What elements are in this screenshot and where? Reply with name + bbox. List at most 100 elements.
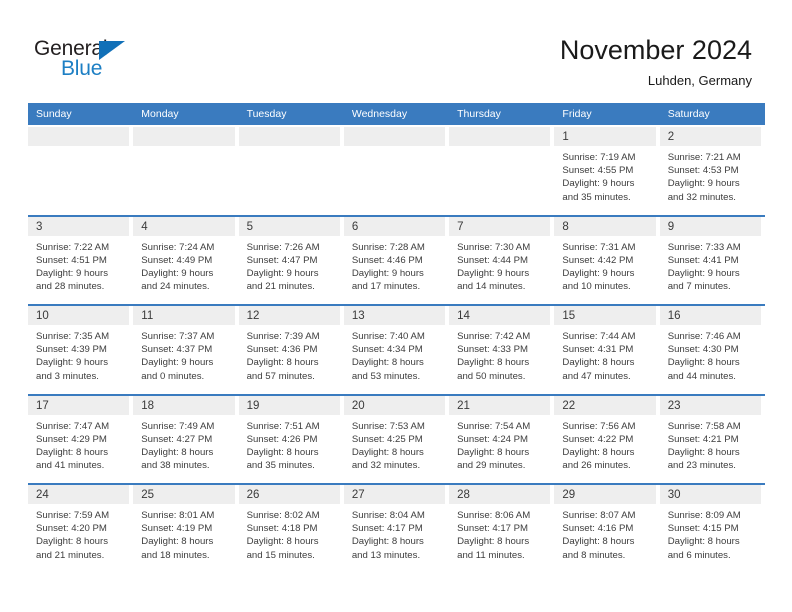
calendar-day-cell[interactable]: 2 Sunrise: 7:21 AM Sunset: 4:53 PM Daylight…	[659, 127, 765, 215]
calendar-day-cell[interactable]: 18 Sunrise: 7:49 AM Sunset: 4:27 PM Dayligh…	[133, 395, 239, 483]
calendar-day-cell[interactable]: 20 Sunrise: 7:53 AM Sunset: 4:25 PM Dayligh…	[343, 395, 450, 483]
sunrise-text: Sunrise: 7:31 AM	[562, 241, 636, 253]
calendar-day-cell[interactable]: 8 Sunrise: 7:31 AM Sunset: 4:42 PM Daylight…	[554, 216, 660, 304]
sunrise-text: Sunrise: 7:44 AM	[562, 331, 636, 342]
sunset-text: Sunset: 4:20 PM	[36, 523, 107, 535]
calendar-day-cell[interactable]: 21 Sunrise: 7:54 AM Sunset: 4:24 PM Dayligh…	[449, 395, 555, 483]
sunset-text: Sunset: 4:37 PM	[141, 344, 213, 356]
calendar-day-cell[interactable]: 6 Sunrise: 7:28 AM Sunset: 4:46 PM Daylight…	[343, 216, 450, 304]
calendar-day-cell[interactable]: 12 Sunrise: 7:39 AM Sunset: 4:36 PM Dayligh…	[238, 306, 344, 394]
daylight-text-line2: and 28 minutes.	[36, 281, 105, 293]
daylight-text-line1: Daylight: 8 hours	[562, 446, 635, 458]
calendar-day-cell[interactable]: 14 Sunrise: 7:42 AM Sunset: 4:33 PM Dayligh…	[449, 306, 555, 394]
date-band: 2	[659, 127, 761, 146]
sunset-text: Sunset: 4:21 PM	[667, 433, 739, 445]
day-sun-info: Sunrise: 7:33 AM Sunset: 4:41 PM Daylight:…	[660, 236, 761, 294]
day-number: 21	[457, 399, 470, 412]
calendar-day-cell-empty	[238, 127, 344, 215]
day-number: 19	[246, 399, 260, 412]
calendar-week-row: 17 Sunrise: 7:47 AM Sunset: 4:29 PM Dayligh…	[28, 393, 765, 483]
sunrise-text: Sunrise: 7:56 AM	[562, 420, 636, 432]
sunrise-text: Sunrise: 7:19 AM	[562, 152, 636, 163]
calendar-day-cell[interactable]: 4 Sunrise: 7:24 AM Sunset: 4:49 PM Daylight…	[133, 216, 239, 304]
calendar-day-cell[interactable]: 3 Sunrise: 7:22 AM Sunset: 4:51 PM Daylight…	[28, 216, 134, 304]
date-band: 27	[343, 485, 446, 504]
sunrise-text: Sunrise: 8:01 AM	[141, 510, 215, 521]
sunset-text: Sunset: 4:39 PM	[36, 344, 107, 356]
day-sun-info: Sunrise: 7:19 AM Sunset: 4:55 PM Daylight:…	[554, 146, 655, 204]
calendar-week-row: 24 Sunrise: 7:59 AM Sunset: 4:20 PM Dayligh…	[28, 483, 765, 573]
calendar-day-cell[interactable]: 11 Sunrise: 7:37 AM Sunset: 4:37 PM Dayligh…	[133, 306, 239, 394]
calendar-day-cell[interactable]: 13 Sunrise: 7:40 AM Sunset: 4:34 PM Dayligh…	[343, 306, 450, 394]
daylight-text-line1: Daylight: 8 hours	[36, 536, 108, 548]
daylight-text-line1: Daylight: 8 hours	[141, 446, 214, 458]
date-band: 22	[554, 395, 656, 415]
calendar-day-cell[interactable]: 15 Sunrise: 7:44 AM Sunset: 4:31 PM Dayligh…	[554, 306, 660, 394]
sunset-text: Sunset: 4:29 PM	[36, 433, 107, 445]
sunset-text: Sunset: 4:51 PM	[36, 254, 107, 266]
calendar-day-cell[interactable]: 19 Sunrise: 7:51 AM Sunset: 4:26 PM Dayligh…	[238, 395, 344, 483]
date-band: 29	[554, 485, 656, 504]
calendar-day-cell[interactable]: 28 Sunrise: 8:06 AM Sunset: 4:17 PM Dayligh…	[449, 485, 555, 573]
daylight-text-line2: and 38 minutes.	[141, 460, 210, 472]
calendar-day-cell[interactable]: 25 Sunrise: 8:01 AM Sunset: 4:19 PM Dayligh…	[133, 485, 239, 573]
calendar-week-row: 10 Sunrise: 7:35 AM Sunset: 4:39 PM Dayligh…	[28, 304, 765, 394]
daylight-text-line1: Daylight: 8 hours	[457, 536, 530, 548]
day-sun-info: Sunrise: 7:40 AM Sunset: 4:34 PM Daylight:…	[344, 325, 445, 383]
daylight-text-line2: and 17 minutes.	[351, 281, 421, 293]
day-sun-info: Sunrise: 7:21 AM Sunset: 4:53 PM Daylight:…	[660, 146, 761, 204]
calendar-day-cell[interactable]: 23 Sunrise: 7:58 AM Sunset: 4:21 PM Dayligh…	[659, 395, 765, 483]
day-number: 28	[457, 489, 470, 501]
day-number: 18	[141, 399, 155, 412]
sunrise-text: Sunrise: 7:22 AM	[36, 241, 110, 253]
calendar-day-cell[interactable]: 9 Sunrise: 7:33 AM Sunset: 4:41 PM Daylight…	[659, 216, 765, 304]
daylight-text-line1: Daylight: 9 hours	[457, 267, 530, 279]
sunrise-text: Sunrise: 7:24 AM	[141, 241, 215, 253]
daylight-text-line1: Daylight: 9 hours	[562, 178, 635, 190]
calendar-grid: Sunday Monday Tuesday Wednesday Thursday Frid…	[28, 103, 765, 573]
daylight-text-line1: Daylight: 9 hours	[351, 267, 424, 279]
daylight-text-line1: Daylight: 9 hours	[562, 267, 635, 279]
sunset-text: Sunset: 4:44 PM	[457, 254, 529, 266]
calendar-day-cell[interactable]: 17 Sunrise: 7:47 AM Sunset: 4:29 PM Dayligh…	[28, 395, 134, 483]
daylight-text-line1: Daylight: 9 hours	[667, 178, 740, 190]
calendar-day-cell[interactable]: 10 Sunrise: 7:35 AM Sunset: 4:39 PM Dayligh…	[28, 306, 134, 394]
date-band: 24	[28, 485, 130, 504]
day-number: 8	[562, 220, 569, 233]
daylight-text-line1: Daylight: 8 hours	[351, 446, 424, 458]
date-band	[343, 127, 446, 146]
sunrise-text: Sunrise: 8:09 AM	[667, 510, 741, 521]
daylight-text-line2: and 15 minutes.	[246, 549, 315, 561]
calendar-day-cell[interactable]: 22 Sunrise: 7:56 AM Sunset: 4:22 PM Dayligh…	[554, 395, 660, 483]
weekday-header-saturday: Saturday	[667, 108, 710, 120]
day-sun-info: Sunrise: 7:39 AM Sunset: 4:36 PM Daylight:…	[239, 325, 340, 383]
calendar-day-cell[interactable]: 24 Sunrise: 7:59 AM Sunset: 4:20 PM Dayligh…	[28, 485, 134, 573]
sunrise-text: Sunrise: 7:35 AM	[36, 331, 110, 342]
date-band: 28	[449, 485, 551, 504]
calendar-day-cell[interactable]: 16 Sunrise: 7:46 AM Sunset: 4:30 PM Dayligh…	[659, 306, 765, 394]
daylight-text-line2: and 57 minutes.	[246, 370, 315, 382]
date-band	[238, 127, 340, 146]
generalblue-logo[interactable]: General Blue	[34, 38, 154, 84]
calendar-week-row: 1 Sunrise: 7:19 AM Sunset: 4:55 PM Daylight…	[28, 125, 765, 215]
day-sun-info: Sunrise: 7:31 AM Sunset: 4:42 PM Daylight:…	[554, 236, 655, 294]
daylight-text-line1: Daylight: 8 hours	[36, 446, 108, 458]
calendar-day-cell[interactable]: 30 Sunrise: 8:09 AM Sunset: 4:15 PM Dayligh…	[659, 485, 765, 573]
calendar-day-cell[interactable]: 1 Sunrise: 7:19 AM Sunset: 4:55 PM Daylight…	[554, 127, 660, 215]
calendar-day-cell[interactable]: 29 Sunrise: 8:07 AM Sunset: 4:16 PM Dayligh…	[554, 485, 660, 573]
sunset-text: Sunset: 4:25 PM	[351, 433, 423, 445]
date-band: 15	[554, 306, 656, 325]
sunrise-text: Sunrise: 7:39 AM	[246, 331, 320, 342]
daylight-text-line2: and 47 minutes.	[562, 370, 631, 382]
calendar-day-cell[interactable]: 5 Sunrise: 7:26 AM Sunset: 4:47 PM Daylight…	[238, 216, 344, 304]
calendar-day-cell-empty	[133, 127, 239, 215]
calendar-day-cell[interactable]: 27 Sunrise: 8:04 AM Sunset: 4:17 PM Dayligh…	[343, 485, 450, 573]
calendar-day-cell[interactable]: 7 Sunrise: 7:30 AM Sunset: 4:44 PM Daylight…	[449, 216, 555, 304]
daylight-text-line2: and 7 minutes.	[667, 281, 731, 293]
calendar-body: 1 Sunrise: 7:19 AM Sunset: 4:55 PM Daylight…	[28, 125, 765, 573]
calendar-day-cell[interactable]: 26 Sunrise: 8:02 AM Sunset: 4:18 PM Dayligh…	[238, 485, 344, 573]
day-sun-info: Sunrise: 7:51 AM Sunset: 4:26 PM Daylight:…	[239, 415, 340, 473]
page-title: November 2024	[559, 35, 752, 65]
calendar-day-cell-empty	[343, 127, 450, 215]
daylight-text-line1: Daylight: 8 hours	[246, 446, 319, 458]
